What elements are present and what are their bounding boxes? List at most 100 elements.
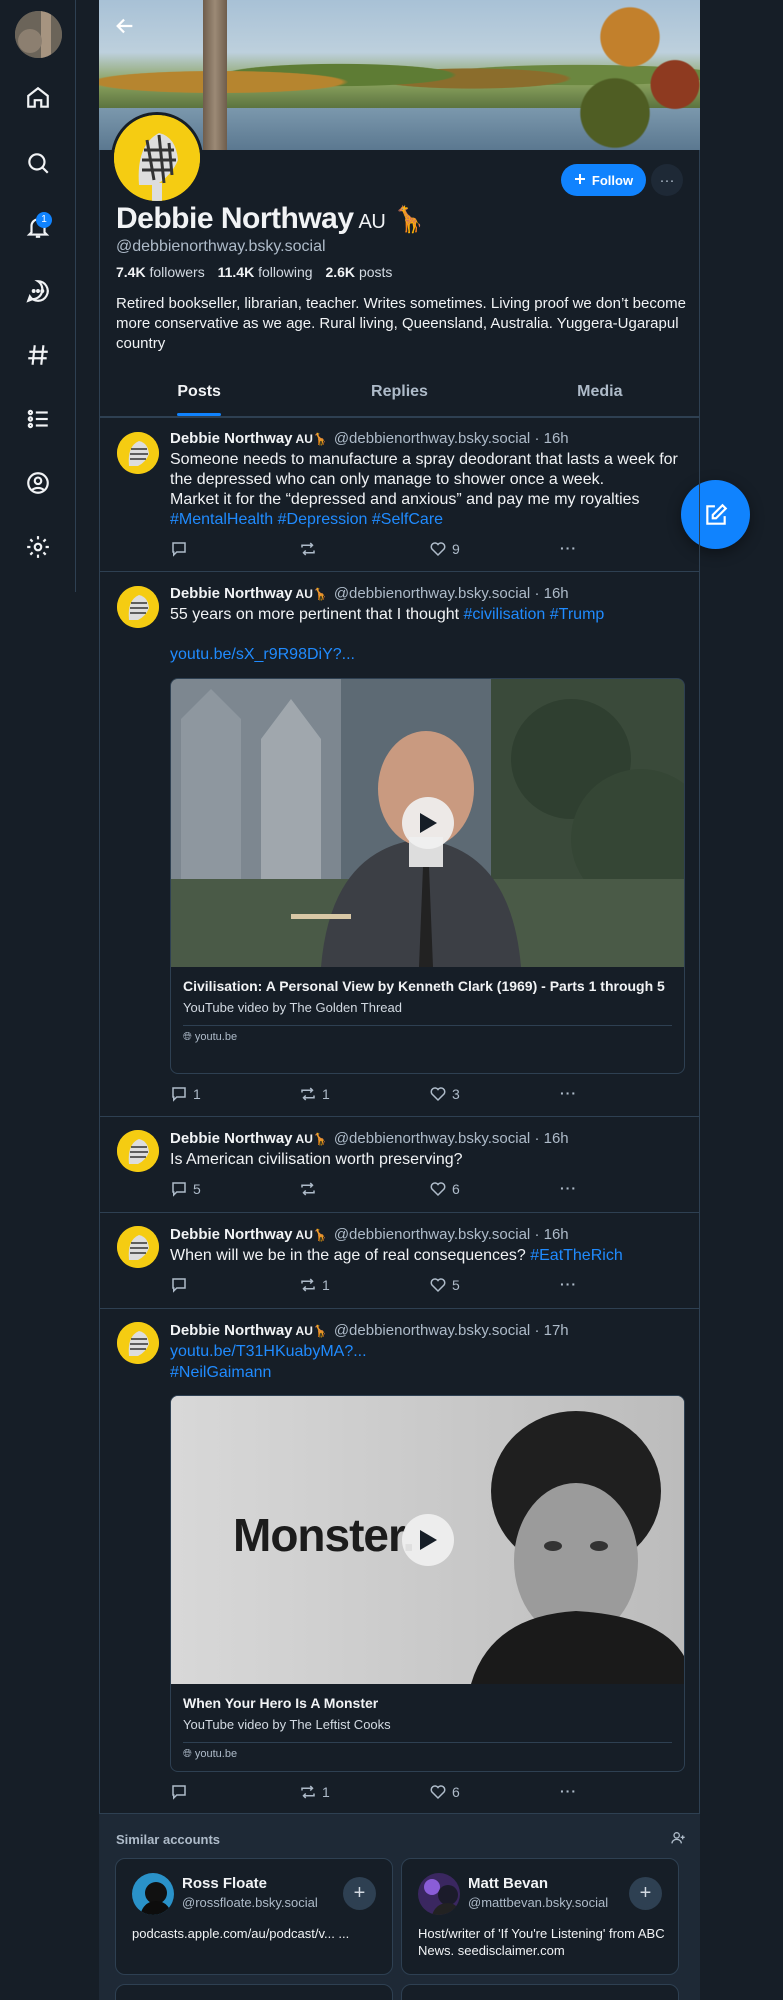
tab-posts[interactable]: Posts xyxy=(99,369,299,416)
follow-button[interactable]: Follow xyxy=(561,164,646,196)
post-item[interactable]: Debbie Northway AU🦒 @debbienorthway.bsky.s… xyxy=(99,571,700,1116)
repost-button[interactable] xyxy=(299,540,322,558)
list-icon[interactable] xyxy=(22,403,54,435)
profile-avatar[interactable] xyxy=(111,112,203,204)
post-item[interactable]: Debbie Northway AU🦒 @debbienorthway.bsky.s… xyxy=(99,417,700,570)
tab-replies[interactable]: Replies xyxy=(299,369,499,416)
repost-count: 1 xyxy=(322,1086,330,1102)
account-name[interactable]: Matt Bevan xyxy=(468,1875,548,1892)
reply-icon xyxy=(172,1785,186,1800)
post-author-avatar[interactable] xyxy=(117,1130,159,1172)
post-author-name[interactable]: Debbie Northway xyxy=(170,1130,293,1147)
post-hashtags[interactable]: #MentalHealth #Depression #SelfCare xyxy=(170,510,685,530)
post-author-handle[interactable]: @debbienorthway.bsky.social xyxy=(334,1322,530,1339)
follow-plus-icon[interactable]: + xyxy=(343,1877,376,1910)
heart-icon xyxy=(430,1087,446,1102)
video-thumbnail[interactable]: Monster. xyxy=(171,1396,684,1684)
account-avatar[interactable] xyxy=(418,1873,460,1915)
home-icon[interactable] xyxy=(22,82,54,114)
account-name[interactable]: Ross Floate xyxy=(182,1875,267,1892)
post-more-icon[interactable]: ··· xyxy=(560,1276,577,1292)
profile-icon[interactable] xyxy=(22,467,54,499)
play-icon[interactable] xyxy=(401,797,454,849)
follow-plus-icon[interactable]: + xyxy=(629,1877,662,1910)
author-suffix: AU xyxy=(295,1132,313,1146)
post-author-handle[interactable]: @debbienorthway.bsky.social xyxy=(334,585,530,602)
similar-account-card[interactable]: Ross Floate @rossfloate.bsky.social + po… xyxy=(115,1858,393,1975)
user-avatar[interactable] xyxy=(15,11,62,58)
reply-button[interactable] xyxy=(170,540,193,558)
post-author-name[interactable]: Debbie Northway xyxy=(170,430,293,447)
post-text: Someone needs to manufacture a spray deo… xyxy=(170,450,685,530)
post-author-handle[interactable]: @debbienorthway.bsky.social xyxy=(334,1130,530,1147)
tab-media[interactable]: Media xyxy=(500,369,700,416)
following-link[interactable]: 11.4K following xyxy=(218,264,313,280)
post-author-name[interactable]: Debbie Northway xyxy=(170,1226,293,1243)
post-author-avatar[interactable] xyxy=(117,1226,159,1268)
post-item[interactable]: Debbie Northway AU🦒 @debbienorthway.bsky.s… xyxy=(99,1308,700,1813)
repost-icon xyxy=(301,1182,315,1196)
post-hashtags[interactable]: #EatTheRich xyxy=(530,1247,623,1264)
post-link[interactable]: youtu.be/sX_r9R98DiY?... xyxy=(170,645,685,665)
like-button[interactable]: 3 xyxy=(429,1085,460,1103)
repost-button[interactable] xyxy=(299,1180,322,1198)
similar-account-card[interactable]: Matt Bevan @mattbevan.bsky.social + Host… xyxy=(401,1858,679,1975)
like-button[interactable]: 6 xyxy=(429,1783,460,1801)
link-embed-card[interactable]: Monster. When Your Hero Is A Monster You… xyxy=(170,1395,685,1772)
repost-icon xyxy=(301,542,315,556)
post-item[interactable]: Debbie Northway AU🦒 @debbienorthway.bsky.s… xyxy=(99,1116,700,1212)
like-button[interactable]: 6 xyxy=(429,1180,460,1198)
post-timestamp[interactable]: · 16h xyxy=(534,1226,568,1243)
reply-button[interactable] xyxy=(170,1276,193,1294)
person-add-icon[interactable] xyxy=(670,1830,686,1851)
post-more-icon[interactable]: ··· xyxy=(560,540,577,556)
like-button[interactable]: 5 xyxy=(429,1276,460,1294)
post-author-avatar[interactable] xyxy=(117,1322,159,1364)
post-header: Debbie Northway AU🦒 @debbienorthway.bsky.s… xyxy=(170,1129,685,1149)
similar-account-card[interactable] xyxy=(401,1984,679,2000)
reply-count: 5 xyxy=(193,1181,201,1197)
post-author-handle[interactable]: @debbienorthway.bsky.social xyxy=(334,430,530,447)
repost-count: 1 xyxy=(322,1277,330,1293)
post-author-avatar[interactable] xyxy=(117,432,159,474)
reply-button[interactable] xyxy=(170,1783,193,1801)
like-button[interactable]: 9 xyxy=(429,540,460,558)
post-author-handle[interactable]: @debbienorthway.bsky.social xyxy=(334,1226,530,1243)
post-author-name[interactable]: Debbie Northway xyxy=(170,585,293,602)
hashtag-icon[interactable] xyxy=(22,339,54,371)
link-embed-card[interactable]: Civilisation: A Personal View by Kenneth… xyxy=(170,678,685,1074)
post-link[interactable]: youtu.be/T31HKuabyMA?... xyxy=(170,1342,685,1362)
more-options-button[interactable]: ··· xyxy=(651,164,683,196)
compose-button[interactable] xyxy=(681,480,750,549)
reply-button[interactable]: 1 xyxy=(170,1085,201,1103)
post-more-icon[interactable]: ··· xyxy=(560,1783,577,1799)
chat-icon[interactable] xyxy=(22,275,54,307)
post-more-icon[interactable]: ··· xyxy=(560,1180,577,1196)
post-hashtags[interactable]: #NeilGaimann xyxy=(170,1363,685,1383)
search-icon[interactable] xyxy=(22,147,54,179)
embed-title: When Your Hero Is A Monster xyxy=(183,1695,379,1711)
reply-button[interactable]: 5 xyxy=(170,1180,201,1198)
similar-account-card[interactable] xyxy=(115,1984,393,2000)
repost-button[interactable]: 1 xyxy=(299,1276,330,1294)
post-timestamp[interactable]: · 17h xyxy=(534,1322,568,1339)
like-count: 3 xyxy=(452,1086,460,1102)
followers-link[interactable]: 7.4K followers xyxy=(116,264,205,280)
embed-domain: 🌐︎ youtu.be xyxy=(183,1025,672,1044)
post-item[interactable]: Debbie Northway AU🦒 @debbienorthway.bsky.s… xyxy=(99,1212,700,1308)
repost-button[interactable]: 1 xyxy=(299,1783,330,1801)
video-thumbnail[interactable] xyxy=(171,679,684,967)
play-icon[interactable] xyxy=(401,1514,454,1566)
post-timestamp[interactable]: · 16h xyxy=(534,430,568,447)
gear-icon[interactable] xyxy=(22,531,54,563)
account-avatar[interactable] xyxy=(132,1873,174,1915)
back-arrow-icon[interactable] xyxy=(110,11,140,41)
post-author-avatar[interactable] xyxy=(117,586,159,628)
post-more-icon[interactable]: ··· xyxy=(560,1085,577,1101)
post-timestamp[interactable]: · 16h xyxy=(534,585,568,602)
post-hashtags[interactable]: #civilisation #Trump xyxy=(464,606,605,623)
post-timestamp[interactable]: · 16h xyxy=(534,1130,568,1147)
plus-icon xyxy=(574,173,586,188)
repost-button[interactable]: 1 xyxy=(299,1085,330,1103)
post-author-name[interactable]: Debbie Northway xyxy=(170,1322,293,1339)
